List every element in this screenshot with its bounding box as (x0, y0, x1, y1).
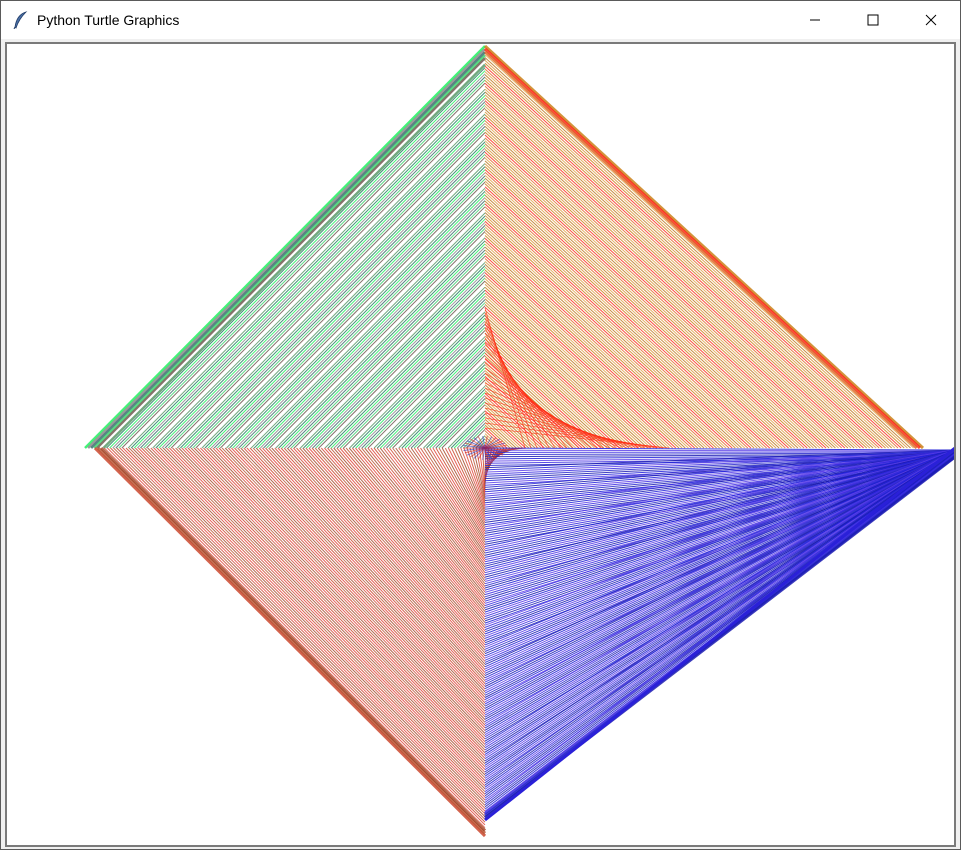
feather-icon (13, 11, 28, 29)
quadrant-bottom-right (484, 446, 954, 822)
maximize-button[interactable] (844, 1, 902, 39)
close-button[interactable] (902, 1, 960, 39)
canvas-border (5, 42, 956, 847)
close-icon (925, 14, 937, 26)
maximize-icon (867, 14, 879, 26)
minimize-icon (810, 19, 820, 21)
title-bar[interactable]: Python Turtle Graphics (1, 1, 960, 39)
quadrant-bottom-left (93, 446, 526, 838)
turtle-window: Python Turtle Graphics (0, 0, 961, 850)
window-title: Python Turtle Graphics (37, 12, 180, 28)
window-frame (2, 39, 959, 849)
quadrant-top-right (483, 44, 925, 450)
minimize-button[interactable] (786, 1, 844, 39)
quadrant-top-left (84, 45, 486, 449)
turtle-canvas[interactable] (7, 44, 954, 845)
